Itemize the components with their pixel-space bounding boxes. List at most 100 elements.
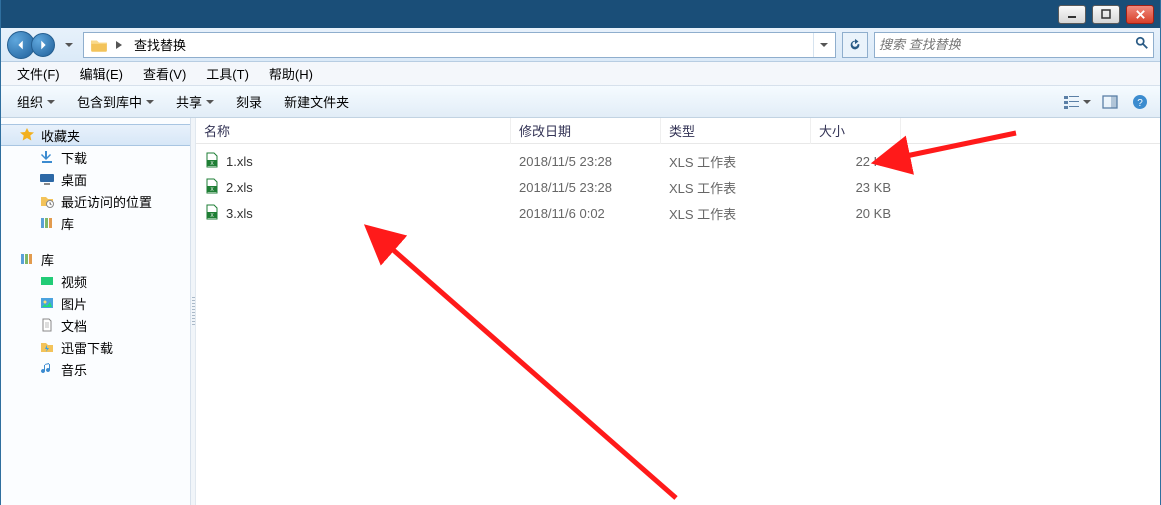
sidebar-item-pictures[interactable]: 图片 (1, 292, 190, 314)
file-date: 2018/11/5 23:28 (511, 154, 661, 169)
search-icon (1135, 36, 1149, 53)
toolbar: 组织 包含到库中 共享 刻录 新建文件夹 (1, 86, 1160, 118)
sidebar-item-music[interactable]: 音乐 (1, 358, 190, 380)
close-button[interactable] (1126, 5, 1154, 24)
video-icon (39, 273, 55, 289)
file-name: 1.xls (226, 154, 253, 169)
sidebar-item-library-link[interactable]: 库 (1, 212, 190, 234)
file-size: 22 KB (811, 154, 901, 169)
search-box[interactable] (874, 32, 1154, 58)
library-icon (19, 251, 35, 267)
sidebar-item-label: 下载 (61, 148, 87, 167)
file-size: 23 KB (811, 180, 901, 195)
folder-icon (90, 36, 108, 54)
chevron-down-icon (146, 98, 154, 106)
refresh-button[interactable] (842, 32, 868, 58)
help-button[interactable]: ? (1126, 89, 1154, 115)
xls-icon: X (204, 152, 220, 171)
menu-help[interactable]: 帮助(H) (259, 62, 323, 85)
sidebar-item-recent[interactable]: 最近访问的位置 (1, 190, 190, 212)
menu-edit[interactable]: 编辑(E) (70, 62, 133, 85)
sidebar-item-desktop[interactable]: 桌面 (1, 168, 190, 190)
new-folder-label: 新建文件夹 (284, 92, 349, 111)
sidebar-item-label: 收藏夹 (41, 126, 80, 145)
titlebar (1, 0, 1160, 28)
file-name: 3.xls (226, 206, 253, 221)
thunder-icon (39, 339, 55, 355)
address-dropdown[interactable] (813, 33, 833, 57)
view-icon (1063, 94, 1081, 110)
svg-text:?: ? (1137, 98, 1143, 109)
file-list-area: 名称 修改日期 类型 大小 X1.xls2018/11/5 23:28XLS 工… (196, 118, 1160, 505)
sidebar-item-favorites[interactable]: 收藏夹 (1, 124, 190, 146)
sidebar-item-downloads[interactable]: 下载 (1, 146, 190, 168)
include-in-library-button[interactable]: 包含到库中 (67, 89, 164, 115)
menu-file[interactable]: 文件(F) (7, 62, 70, 85)
library-icon (39, 215, 55, 231)
share-button[interactable]: 共享 (166, 89, 224, 115)
sidebar-item-label: 最近访问的位置 (61, 192, 152, 211)
sidebar-item-videos[interactable]: 视频 (1, 270, 190, 292)
file-type: XLS 工作表 (661, 178, 811, 197)
forward-button[interactable] (31, 33, 55, 57)
minimize-button[interactable] (1058, 5, 1086, 24)
breadcrumb-sep-icon (112, 33, 126, 57)
pictures-icon (39, 295, 55, 311)
sidebar-item-libraries[interactable]: 库 (1, 248, 190, 270)
table-row[interactable]: X 3.xls 2018/11/6 0:02XLS 工作表20 KB (196, 200, 1160, 226)
sidebar: 收藏夹 下载 桌面 最近访问的位置 库 (1, 118, 191, 505)
column-size[interactable]: 大小 (811, 118, 901, 144)
search-input[interactable] (879, 37, 1135, 52)
menu-tools[interactable]: 工具(T) (196, 62, 259, 85)
column-name[interactable]: 名称 (196, 118, 511, 144)
column-headers: 名称 修改日期 类型 大小 (196, 118, 1160, 144)
file-date: 2018/11/5 23:28 (511, 180, 661, 195)
document-icon (39, 317, 55, 333)
share-label: 共享 (176, 92, 202, 111)
chevron-down-icon (1083, 98, 1091, 106)
desktop-icon (39, 171, 55, 187)
include-label: 包含到库中 (77, 92, 142, 111)
menu-view[interactable]: 查看(V) (133, 62, 196, 85)
chevron-down-icon (206, 98, 214, 106)
table-row[interactable]: X 1.xls 2018/11/5 23:28XLS 工作表22 KB (196, 148, 1160, 174)
organize-button[interactable]: 组织 (7, 89, 65, 115)
address-bar[interactable]: 查找替换 (83, 32, 836, 58)
sidebar-item-label: 库 (41, 250, 54, 269)
file-type: XLS 工作表 (661, 204, 811, 223)
nav-row: 查找替换 (1, 28, 1160, 62)
download-icon (39, 149, 55, 165)
sidebar-item-label: 图片 (61, 294, 87, 313)
sidebar-item-label: 桌面 (61, 170, 87, 189)
burn-label: 刻录 (236, 92, 262, 111)
menu-bar: 文件(F) 编辑(E) 查看(V) 工具(T) 帮助(H) (1, 62, 1160, 86)
file-type: XLS 工作表 (661, 152, 811, 171)
sidebar-item-label: 库 (61, 214, 74, 233)
nav-history-dropdown[interactable] (61, 32, 77, 58)
maximize-button[interactable] (1092, 5, 1120, 24)
sidebar-item-documents[interactable]: 文档 (1, 314, 190, 336)
sidebar-item-label: 音乐 (61, 360, 87, 379)
breadcrumb[interactable]: 查找替换 (126, 33, 194, 57)
file-date: 2018/11/6 0:02 (511, 206, 661, 221)
recent-icon (39, 193, 55, 209)
file-size: 20 KB (811, 206, 901, 221)
sidebar-item-thunder[interactable]: 迅雷下载 (1, 336, 190, 358)
organize-label: 组织 (17, 92, 43, 111)
new-folder-button[interactable]: 新建文件夹 (274, 89, 359, 115)
preview-pane-button[interactable] (1096, 89, 1124, 115)
table-row[interactable]: X 2.xls 2018/11/5 23:28XLS 工作表23 KB (196, 174, 1160, 200)
file-name: 2.xls (226, 180, 253, 195)
view-mode-button[interactable] (1060, 92, 1094, 112)
sidebar-item-label: 迅雷下载 (61, 338, 113, 357)
sidebar-item-label: 文档 (61, 316, 87, 335)
star-icon (19, 127, 35, 143)
xls-icon: X (204, 178, 220, 197)
column-type[interactable]: 类型 (661, 118, 811, 144)
burn-button[interactable]: 刻录 (226, 89, 272, 115)
chevron-down-icon (47, 98, 55, 106)
xls-icon: X (204, 204, 220, 223)
music-icon (39, 361, 55, 377)
column-date[interactable]: 修改日期 (511, 118, 661, 144)
sidebar-item-label: 视频 (61, 272, 87, 291)
